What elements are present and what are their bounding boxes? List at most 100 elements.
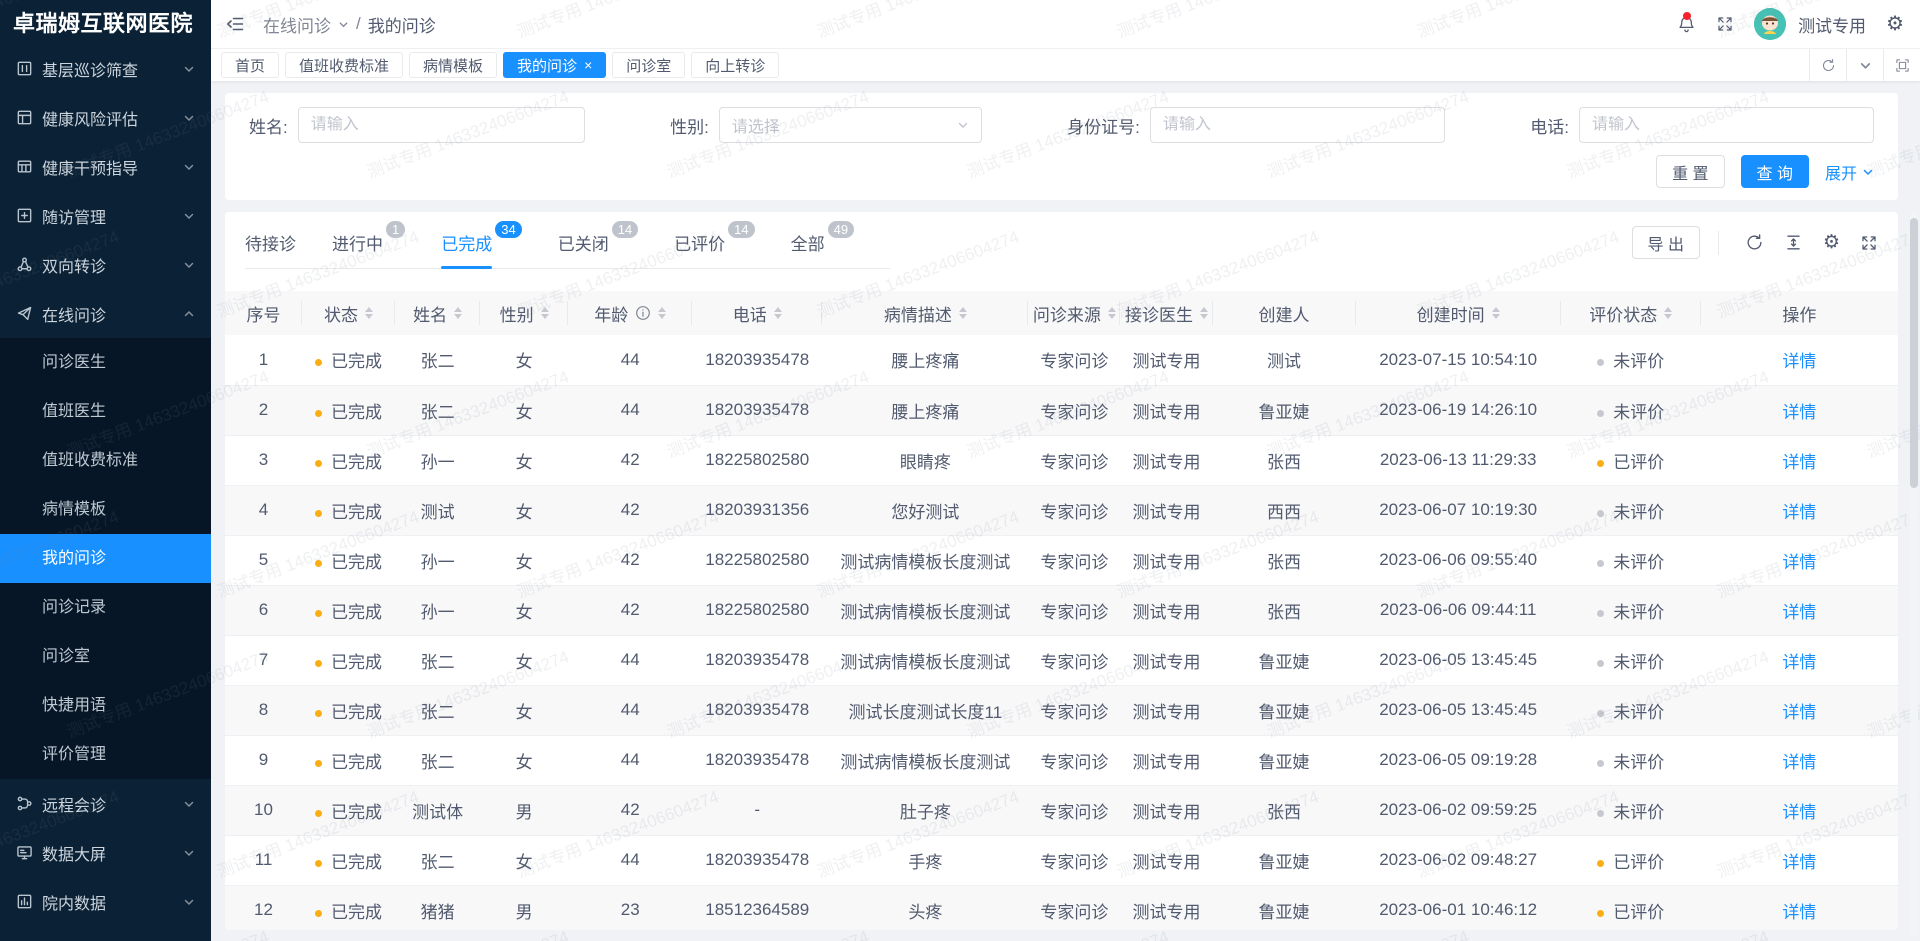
sort-carets-icon[interactable]	[773, 307, 782, 319]
detail-link[interactable]: 详情	[1782, 603, 1816, 622]
creator-cell: 鲁亚婕	[1212, 835, 1356, 886]
page-tab-consult-room[interactable]: 问诊室	[612, 52, 686, 78]
column-header-desc[interactable]: 病情描述	[822, 291, 1029, 335]
status-tab-reviewed[interactable]: 已评价14	[674, 221, 755, 268]
detail-link[interactable]: 详情	[1782, 503, 1816, 522]
page-tab-my-consult[interactable]: 我的问诊 ×	[503, 52, 607, 78]
detail-link[interactable]: 详情	[1782, 553, 1816, 572]
review-status-cell: 未评价	[1560, 385, 1701, 436]
sidebar-item-risk-assessment[interactable]: 健康风险评估	[0, 93, 211, 142]
page-tab-upward-referral[interactable]: 向上转诊	[691, 52, 780, 78]
age-cell: 44	[568, 685, 693, 736]
row-density-icon[interactable]	[1784, 233, 1803, 252]
sort-carets-icon[interactable]	[454, 307, 463, 319]
vertical-scrollbar[interactable]	[1910, 212, 1918, 937]
detail-link[interactable]: 详情	[1782, 653, 1816, 672]
close-tab-icon[interactable]: ×	[584, 58, 592, 72]
sidebar-item-two-way-referral[interactable]: 双向转诊	[0, 240, 211, 289]
detail-link[interactable]: 详情	[1782, 403, 1816, 422]
page-tab-duty-fee-standard[interactable]: 值班收费标准	[285, 52, 404, 78]
status-tab-closed[interactable]: 已关闭14	[558, 221, 639, 268]
detail-link[interactable]: 详情	[1782, 903, 1816, 922]
status-tab-completed[interactable]: 已完成34	[441, 221, 522, 269]
column-header-review[interactable]: 评价状态	[1560, 291, 1701, 335]
sidebar-subitem-duty-fee-standard[interactable]: 值班收费标准	[0, 436, 211, 485]
sort-carets-icon[interactable]	[1664, 307, 1673, 319]
status-tab-pending[interactable]: 待接诊	[245, 226, 296, 268]
toolbar-divider	[1717, 230, 1719, 255]
status-cell: 已完成	[302, 785, 396, 836]
id-number-input[interactable]	[1162, 116, 1432, 134]
sort-carets-icon[interactable]	[365, 307, 374, 319]
menu-collapse-icon[interactable]	[225, 14, 245, 34]
sidebar-subitem-duty-doctor[interactable]: 值班医生	[0, 387, 211, 436]
sidebar-item-remote-consult[interactable]: 远程会诊	[0, 779, 211, 828]
phone-input-wrap	[1578, 107, 1874, 143]
status-tab-in-progress[interactable]: 进行中1	[332, 221, 406, 268]
column-header-phone[interactable]: 电话	[692, 291, 823, 335]
sidebar-item-online-consult[interactable]: 在线问诊	[0, 289, 211, 338]
sort-carets-icon[interactable]	[540, 307, 549, 319]
settings-gear-icon[interactable]: ⚙	[1886, 14, 1904, 34]
status-tab-all[interactable]: 全部49	[791, 221, 855, 268]
sort-carets-icon[interactable]	[958, 307, 967, 319]
export-button[interactable]: 导 出	[1631, 226, 1700, 259]
detail-link[interactable]: 详情	[1782, 453, 1816, 472]
sidebar-subitem-consult-room[interactable]: 问诊室	[0, 632, 211, 681]
search-button[interactable]: 查 询	[1740, 155, 1809, 188]
column-header-source[interactable]: 问诊来源	[1028, 291, 1121, 335]
expand-toggle[interactable]: 展开	[1825, 160, 1874, 184]
breadcrumb-parent[interactable]: 在线问诊	[263, 12, 331, 37]
sidebar-subitem-condition-template[interactable]: 病情模板	[0, 485, 211, 534]
column-header-created[interactable]: 创建时间	[1355, 291, 1561, 335]
sidebar-subitem-consult-doctor[interactable]: 问诊医生	[0, 338, 211, 387]
fullscreen-icon[interactable]	[1716, 15, 1734, 33]
tabs-menu-chevron-icon[interactable]	[1846, 48, 1883, 82]
detail-link[interactable]: 详情	[1782, 703, 1816, 722]
refresh-table-icon[interactable]	[1745, 233, 1764, 252]
detail-link[interactable]: 详情	[1782, 352, 1816, 371]
sort-carets-icon[interactable]	[1199, 307, 1208, 319]
field-label: 电话:	[1530, 117, 1569, 137]
detail-link[interactable]: 详情	[1782, 753, 1816, 772]
gender-cell: 女	[480, 385, 569, 436]
sort-carets-icon[interactable]	[658, 307, 667, 319]
user-avatar[interactable]	[1754, 8, 1787, 40]
sidebar-item-data-screen[interactable]: 数据大屏	[0, 828, 211, 877]
sidebar-item-intervention-guidance[interactable]: 健康干预指导	[0, 142, 211, 191]
scrollbar-thumb[interactable]	[1910, 218, 1918, 488]
column-header-status[interactable]: 状态	[302, 291, 396, 335]
sidebar-item-screening[interactable]: 基层巡诊筛查	[0, 44, 211, 93]
detail-link[interactable]: 详情	[1782, 803, 1816, 822]
created-time-cell: 2023-06-01 10:46:12	[1355, 885, 1561, 930]
table-settings-gear-icon[interactable]: ⚙	[1823, 233, 1840, 252]
notification-bell-icon[interactable]	[1677, 11, 1696, 34]
sidebar-subitem-review-manage[interactable]: 评价管理	[0, 730, 211, 779]
detail-link[interactable]: 详情	[1782, 853, 1816, 872]
sidebar-item-hospital-data[interactable]: 院内数据	[0, 877, 211, 926]
column-label: 创建时间	[1416, 305, 1485, 325]
phone-input[interactable]	[1591, 116, 1861, 134]
name-input[interactable]	[310, 116, 572, 134]
table-fullscreen-icon[interactable]	[1860, 234, 1878, 252]
reset-button[interactable]: 重 置	[1656, 155, 1725, 188]
column-header-doctor[interactable]: 接诊医生	[1120, 291, 1213, 335]
followup-icon	[16, 207, 34, 225]
sidebar-subitem-quick-phrases[interactable]: 快捷用语	[0, 681, 211, 730]
column-header-age[interactable]: 年龄	[568, 291, 693, 335]
page-tab-home[interactable]: 首页	[221, 52, 280, 78]
sort-carets-icon[interactable]	[1107, 307, 1116, 319]
user-name[interactable]: 测试专用	[1798, 12, 1866, 37]
info-circle-icon[interactable]	[635, 305, 651, 321]
sort-carets-icon[interactable]	[1491, 307, 1500, 319]
gender-select[interactable]: 请选择	[718, 107, 982, 143]
column-label: 姓名	[413, 305, 448, 325]
refresh-tabs-icon[interactable]	[1809, 48, 1846, 82]
sidebar-subitem-consult-record[interactable]: 问诊记录	[0, 583, 211, 632]
column-header-name[interactable]: 姓名	[395, 291, 481, 335]
column-header-gender[interactable]: 性别	[480, 291, 569, 335]
sidebar-item-follow-up[interactable]: 随访管理	[0, 191, 211, 240]
sidebar-subitem-my-consult[interactable]: 我的问诊	[0, 534, 211, 583]
page-tab-condition-template[interactable]: 病情模板	[409, 52, 498, 78]
maximize-view-icon[interactable]	[1883, 48, 1920, 82]
